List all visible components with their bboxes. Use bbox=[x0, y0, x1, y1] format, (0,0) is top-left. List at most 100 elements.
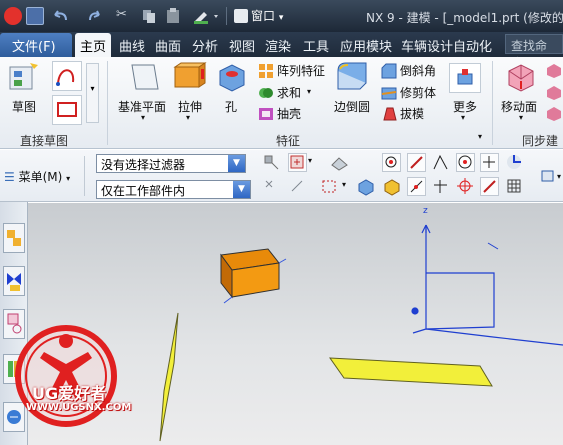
command-search-input[interactable]: 查找命令 bbox=[505, 34, 563, 70]
chevron-down-icon: ▾ bbox=[186, 113, 191, 122]
axis-marker bbox=[487, 242, 499, 250]
snap-intersection-icon[interactable] bbox=[431, 177, 450, 196]
paste-icon[interactable] bbox=[164, 7, 182, 25]
chamfer-icon[interactable] bbox=[381, 63, 397, 79]
tab-analysis[interactable]: 分析 bbox=[192, 36, 218, 55]
draft-label[interactable]: 拔模 bbox=[400, 105, 424, 122]
menu-button[interactable]: ☰ 菜单(M) ▾ bbox=[4, 168, 70, 185]
divider bbox=[84, 156, 85, 196]
watermark-url: WWW.UGSNX.COM bbox=[26, 402, 132, 413]
draft-icon[interactable] bbox=[381, 106, 397, 122]
chevron-down-icon: ▾ bbox=[461, 113, 466, 122]
curve-tools-icon[interactable] bbox=[52, 61, 82, 91]
shell-icon[interactable] bbox=[258, 106, 274, 122]
snap-midpoint-icon[interactable] bbox=[407, 177, 426, 196]
menu-icon: ☰ bbox=[4, 170, 15, 184]
window-menu[interactable]: 窗口 ▾ bbox=[251, 7, 283, 24]
z-axis-label: z bbox=[423, 206, 428, 216]
sync-tool-icon[interactable] bbox=[546, 85, 562, 101]
snap-tangent-icon[interactable] bbox=[431, 153, 450, 172]
extrude-icon[interactable] bbox=[173, 61, 207, 93]
copy-icon[interactable] bbox=[140, 7, 158, 25]
snap-quadrant-icon[interactable] bbox=[505, 153, 524, 172]
tab-curve[interactable]: 曲线 bbox=[119, 36, 145, 55]
direct-sketch-group-label: 直接草图 bbox=[20, 134, 69, 148]
group-expand-icon[interactable]: ▾ bbox=[478, 132, 482, 141]
rectangle-select-icon[interactable] bbox=[320, 177, 339, 196]
nx-logo-icon bbox=[4, 7, 22, 25]
part-navigator-icon[interactable] bbox=[3, 223, 25, 253]
tab-surface[interactable]: 曲面 bbox=[155, 36, 181, 55]
trim-body-label[interactable]: 修剪体 bbox=[400, 84, 436, 101]
show-hide-icon[interactable] bbox=[330, 153, 349, 172]
menu-bar: 文件(F) 主页 曲线 曲面 分析 视图 渲染 工具 应用模块 车辆设计自动化 … bbox=[0, 32, 563, 70]
wcs-axes[interactable] bbox=[411, 224, 563, 346]
datum-plane-horizontal[interactable] bbox=[329, 357, 493, 387]
menu-button-label: 菜单(M) bbox=[18, 170, 63, 184]
type-filter-value: 没有选择过滤器 bbox=[101, 158, 186, 172]
edge-blend-label[interactable]: 边倒圆 bbox=[334, 98, 370, 115]
snap-endpoint-icon[interactable] bbox=[382, 153, 401, 172]
chevron-down-icon: ▾ bbox=[66, 174, 71, 183]
snap-point-icon[interactable] bbox=[480, 153, 499, 172]
pattern-feature-icon[interactable] bbox=[258, 63, 274, 79]
grid-icon[interactable] bbox=[505, 177, 524, 196]
block-body[interactable] bbox=[220, 248, 287, 304]
chevron-down-icon: ▼ bbox=[233, 181, 250, 198]
rectangle-icon[interactable] bbox=[52, 95, 82, 125]
sync-tool-icon[interactable] bbox=[546, 63, 562, 79]
undo-icon[interactable] bbox=[50, 7, 72, 25]
datum-plane-icon[interactable] bbox=[128, 61, 160, 93]
save-icon[interactable] bbox=[26, 7, 44, 25]
hole-label[interactable]: 孔 bbox=[225, 98, 237, 115]
tab-applications[interactable]: 应用模块 bbox=[340, 36, 392, 55]
selection-scope-value: 仅在工作部件内 bbox=[101, 184, 186, 198]
ribbon: 草图 ▾ 直接草图 基准平面 ▾ 拉伸 ▾ 孔 阵列特征 求和 ▾ 抽壳 边倒圆… bbox=[0, 57, 563, 165]
file-menu-button[interactable]: 文件(F) bbox=[0, 33, 72, 57]
view-triad-icon[interactable] bbox=[539, 166, 558, 185]
snap-crosshair-icon[interactable] bbox=[456, 177, 475, 196]
chamfer-label[interactable]: 倒斜角 bbox=[400, 62, 436, 79]
tab-tools[interactable]: 工具 bbox=[303, 36, 329, 55]
cut-icon[interactable]: ✂ bbox=[116, 7, 134, 25]
move-face-icon[interactable] bbox=[505, 61, 537, 93]
chevron-down-icon: ▾ bbox=[308, 156, 313, 165]
datum-plane-vertical[interactable] bbox=[159, 312, 179, 442]
sketch-icon[interactable] bbox=[8, 61, 40, 93]
tab-home[interactable]: 主页 bbox=[75, 33, 112, 57]
sync-tool-icon[interactable] bbox=[546, 106, 562, 122]
snap-arc-center-icon[interactable] bbox=[456, 153, 475, 172]
chevron-down-icon: ▾ bbox=[278, 13, 284, 23]
tab-render[interactable]: 渲染 bbox=[265, 36, 291, 55]
sketch-more-dropdown[interactable]: ▾ bbox=[86, 63, 99, 123]
snap-curve-icon[interactable] bbox=[480, 177, 499, 196]
edge-blend-icon[interactable] bbox=[336, 61, 370, 93]
ugsnx-watermark-logo: UG爱好者 WWW.UGSNX.COM bbox=[14, 318, 132, 438]
selection-intent-icon[interactable] bbox=[288, 153, 307, 172]
shell-label[interactable]: 抽壳 bbox=[277, 105, 301, 122]
selection-tool-icon[interactable] bbox=[262, 177, 281, 196]
more-icon[interactable] bbox=[449, 63, 481, 93]
hole-icon[interactable] bbox=[216, 61, 248, 93]
unite-label[interactable]: 求和 bbox=[277, 84, 301, 101]
pattern-feature-label[interactable]: 阵列特征 bbox=[277, 62, 325, 79]
redo-icon[interactable] bbox=[86, 7, 104, 25]
type-filter-dropdown[interactable]: 没有选择过滤器 ▼ bbox=[96, 154, 246, 173]
select-face-icon[interactable] bbox=[382, 177, 401, 196]
sketch-label[interactable]: 草图 bbox=[12, 98, 36, 115]
selection-scope-dropdown[interactable]: 仅在工作部件内 ▼ bbox=[96, 180, 251, 199]
unite-icon[interactable] bbox=[258, 85, 274, 101]
selection-tool-icon[interactable] bbox=[288, 177, 307, 196]
snap-line-icon[interactable] bbox=[407, 153, 426, 172]
chevron-down-icon: ▾ bbox=[519, 113, 524, 122]
tab-vehicle-design[interactable]: 车辆设计自动化 bbox=[401, 36, 492, 55]
select-solid-icon[interactable] bbox=[356, 177, 375, 196]
touch-mode-icon[interactable] bbox=[192, 7, 222, 25]
window-icon[interactable] bbox=[234, 9, 248, 23]
trim-body-icon[interactable] bbox=[381, 85, 397, 101]
feature-group-label: 特征 bbox=[276, 134, 301, 148]
tab-view[interactable]: 视图 bbox=[229, 36, 255, 55]
assembly-navigator-icon[interactable] bbox=[3, 266, 25, 296]
general-selection-icon[interactable] bbox=[262, 153, 281, 172]
chevron-down-icon: ▾ bbox=[307, 87, 312, 96]
